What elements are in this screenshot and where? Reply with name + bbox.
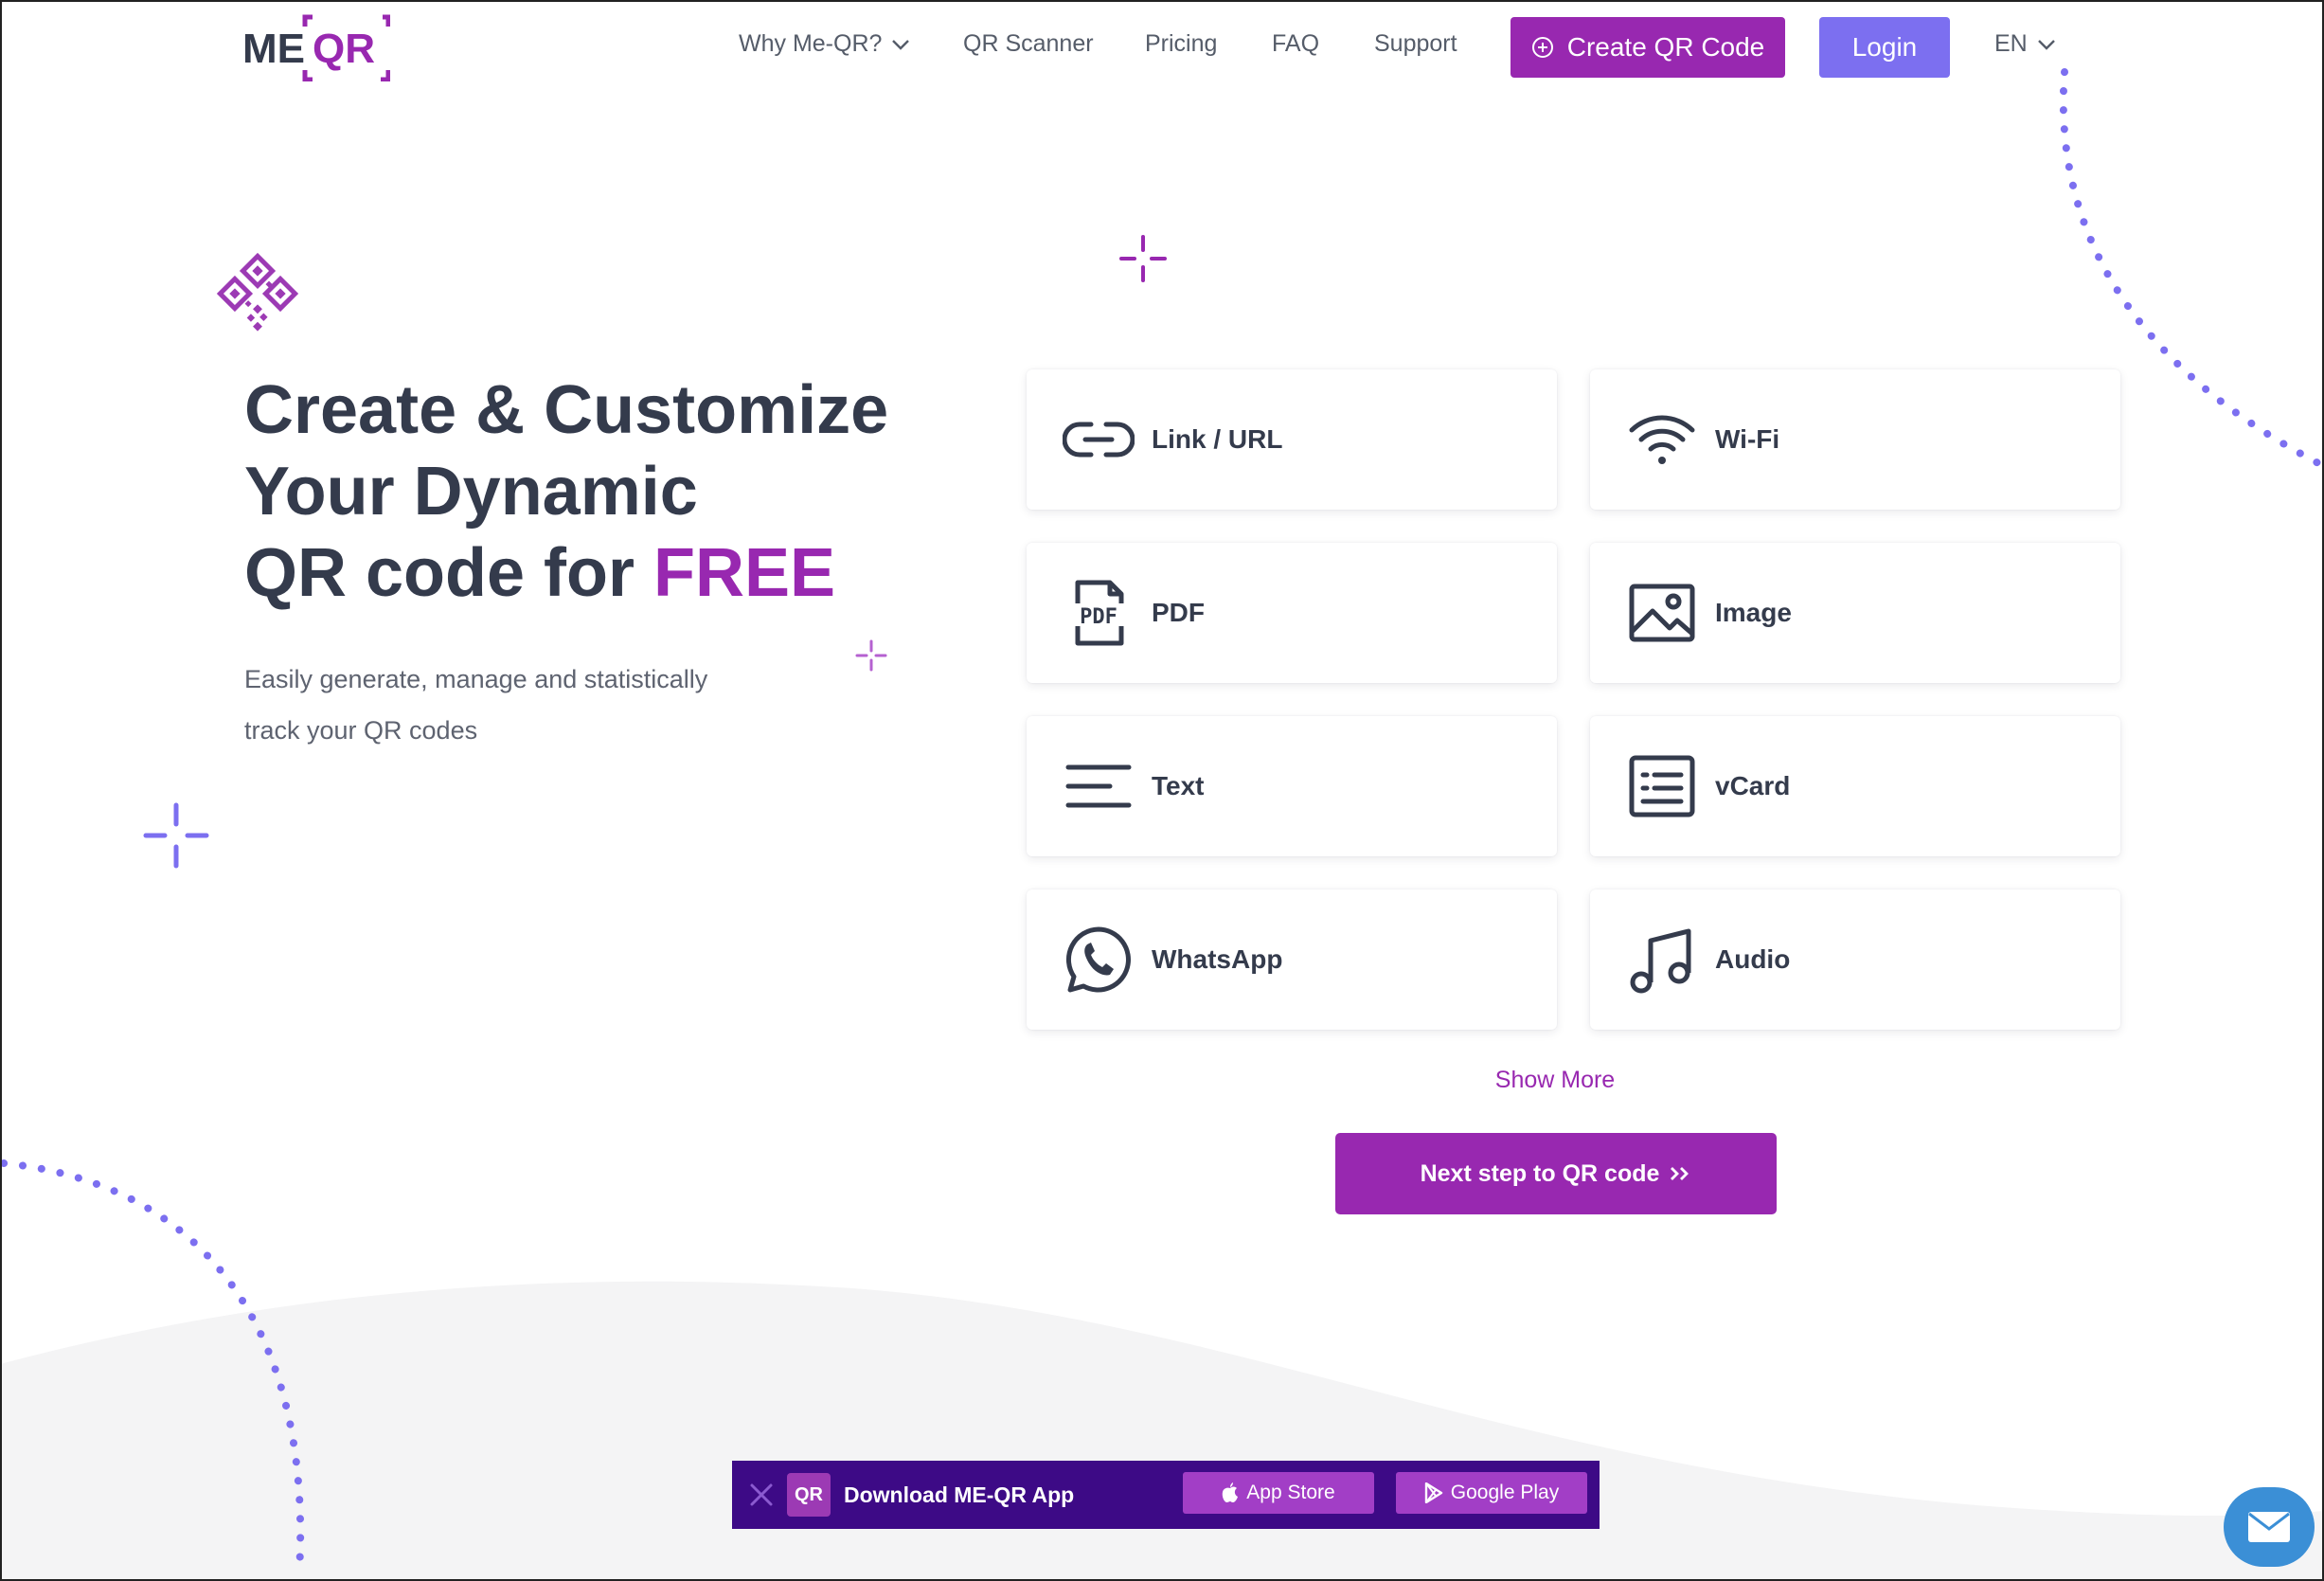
next-step-button[interactable]: Next step to QR code (1335, 1133, 1777, 1214)
nav-pricing-label: Pricing (1145, 30, 1218, 57)
qr-type-image[interactable]: Image (1590, 543, 2120, 683)
vcard-icon (1622, 746, 1702, 826)
meqr-logo[interactable]: ME QR (242, 13, 390, 81)
nav-qr-scanner-label: QR Scanner (963, 30, 1094, 57)
hero-subtitle-line-2: track your QR codes (244, 716, 478, 745)
svg-text:ME: ME (242, 26, 305, 72)
app-store-button[interactable]: App Store (1183, 1472, 1374, 1514)
qr-type-label: Audio (1715, 944, 1791, 974)
hero-title-line-1: Create & Customize (244, 372, 889, 448)
qr-type-label: vCard (1715, 771, 1791, 800)
app-store-label: App Store (1246, 1482, 1335, 1503)
sparkle-icon (1119, 235, 1167, 282)
link-icon (1059, 400, 1138, 479)
app-download-banner: QR Download ME-QR App App Store Google P… (732, 1461, 1600, 1529)
hero-title: Create & Customize Your Dynamic QR code … (244, 369, 926, 614)
contact-mail-button[interactable] (2224, 1487, 2315, 1567)
wifi-icon (1622, 400, 1702, 479)
apple-icon (1223, 1482, 1239, 1502)
svg-text:QR: QR (313, 26, 375, 72)
plus-circle-icon (1531, 37, 1553, 58)
pdf-icon: PDF (1059, 573, 1138, 653)
hero-subtitle: Easily generate, manage and statisticall… (244, 654, 775, 756)
whatsapp-icon (1059, 920, 1138, 999)
hero-title-line-3: QR code for FREE (244, 532, 926, 614)
nav-support[interactable]: Support (1374, 30, 1457, 58)
qr-type-whatsapp[interactable]: WhatsApp (1027, 889, 1557, 1030)
nav-why-meqr[interactable]: Why Me-QR? (739, 30, 910, 58)
qr-type-pdf[interactable]: PDF PDF (1027, 543, 1557, 683)
qr-type-vcard[interactable]: vCard (1590, 716, 2120, 856)
create-qr-code-button[interactable]: Create QR Code (1511, 17, 1785, 78)
nav-faq[interactable]: FAQ (1272, 30, 1319, 58)
google-play-icon (1424, 1482, 1442, 1503)
banner-text: Download ME-QR App (844, 1482, 1075, 1507)
qr-type-label: PDF (1152, 598, 1205, 627)
qr-type-audio[interactable]: Audio (1590, 889, 2120, 1030)
nav-faq-label: FAQ (1272, 30, 1320, 57)
language-label: EN (1994, 30, 2028, 57)
qr-type-wifi[interactable]: Wi-Fi (1590, 369, 2120, 510)
next-step-label: Next step to QR code (1420, 1159, 1660, 1187)
decorative-dotted-arc-bottom-left (0, 1159, 305, 1576)
create-qr-code-label: Create QR Code (1566, 32, 1765, 62)
hero-title-prefix: QR code for (244, 535, 654, 611)
qr-type-label: WhatsApp (1152, 944, 1283, 974)
qr-type-label: Text (1152, 771, 1205, 800)
hero-title-accent: FREE (653, 535, 836, 611)
text-icon (1059, 746, 1138, 826)
hero-subtitle-line-1: Easily generate, manage and statisticall… (244, 665, 708, 693)
chevron-down-icon (2037, 39, 2055, 50)
google-play-button[interactable]: Google Play (1396, 1472, 1587, 1514)
chevron-down-icon (892, 39, 910, 50)
image-icon (1622, 573, 1702, 653)
qr-type-label: Link / URL (1152, 424, 1283, 454)
double-chevron-right-icon (1671, 1167, 1689, 1180)
qr-type-label: Image (1715, 598, 1792, 627)
nav-qr-scanner[interactable]: QR Scanner (963, 30, 1094, 58)
google-play-label: Google Play (1450, 1482, 1560, 1503)
audio-icon (1622, 920, 1702, 999)
close-icon[interactable] (747, 1481, 776, 1509)
mail-icon (2248, 1512, 2290, 1542)
language-selector[interactable]: EN (1994, 30, 2056, 58)
login-button[interactable]: Login (1819, 17, 1950, 78)
qr-type-link-url[interactable]: Link / URL (1027, 369, 1557, 510)
show-more-link[interactable]: Show More (1458, 1067, 1652, 1094)
meqr-app-logo: QR (787, 1473, 831, 1517)
site-header: ME QR Why Me-QR? QR Scanner Pricing FAQ … (0, 0, 2324, 95)
nav-support-label: Support (1374, 30, 1457, 57)
nav-why-meqr-label: Why Me-QR? (739, 30, 883, 57)
qr-type-text[interactable]: Text (1027, 716, 1557, 856)
sparkle-icon (855, 639, 887, 672)
qr-code-icon (216, 252, 299, 332)
qr-type-label: Wi-Fi (1715, 424, 1780, 454)
sparkle-icon (143, 802, 209, 869)
hero-title-line-2: Your Dynamic (244, 454, 698, 530)
nav-pricing[interactable]: Pricing (1145, 30, 1217, 58)
svg-text:PDF: PDF (1080, 605, 1117, 629)
